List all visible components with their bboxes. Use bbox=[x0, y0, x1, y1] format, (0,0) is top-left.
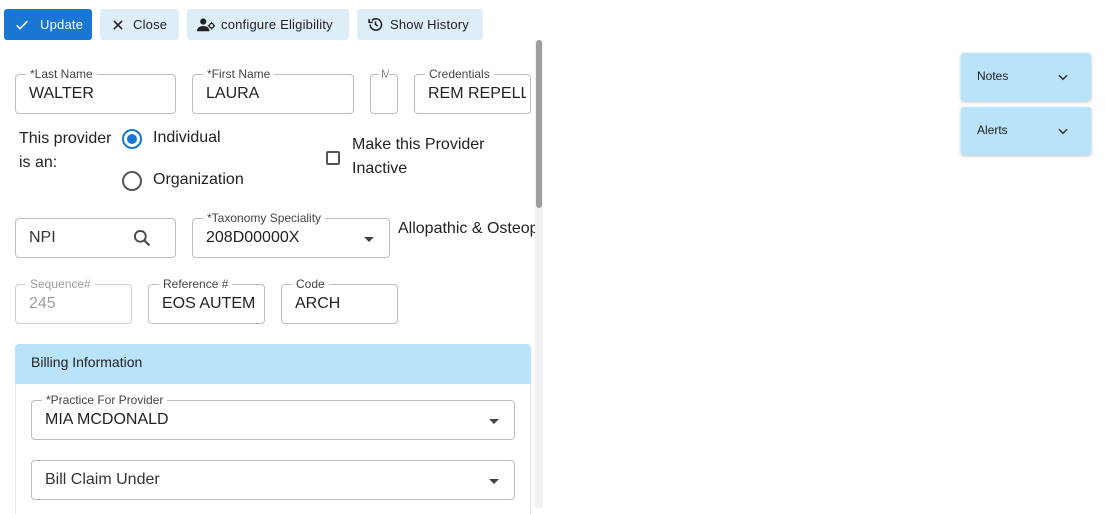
middle-initial-field[interactable]: M bbox=[370, 67, 398, 114]
chevron-down-icon bbox=[489, 419, 499, 424]
notes-label: Notes bbox=[977, 69, 1009, 83]
reference-value: EOS AUTEM bbox=[162, 295, 256, 312]
first-name-label: *First Name bbox=[203, 67, 275, 81]
bill-claim-under-placeholder: Bill Claim Under bbox=[45, 471, 160, 488]
sequence-field: Sequence# 245 bbox=[15, 277, 132, 324]
code-value: ARCH bbox=[295, 295, 341, 312]
code-field[interactable]: Code ARCH bbox=[281, 277, 398, 324]
update-button[interactable]: Update bbox=[4, 9, 92, 40]
organization-label: Organization bbox=[153, 171, 244, 188]
alerts-label: Alerts bbox=[977, 123, 1008, 137]
notes-panel[interactable]: Notes bbox=[961, 53, 1091, 101]
npi-field[interactable]: NPI bbox=[15, 218, 176, 258]
provider-type-label: This provider bbox=[19, 130, 112, 147]
first-name-field[interactable]: *First Name LAURA bbox=[192, 67, 354, 114]
taxonomy-description: Allopathic & Osteop bbox=[398, 220, 537, 237]
credentials-label: Credentials bbox=[425, 67, 494, 81]
taxonomy-label: *Taxonomy Speciality bbox=[203, 211, 326, 225]
practice-value: MIA MCDONALD bbox=[45, 411, 169, 428]
chevron-down-icon bbox=[489, 479, 499, 484]
individual-radio[interactable] bbox=[122, 129, 142, 149]
last-name-label: *Last Name bbox=[26, 67, 97, 81]
middle-initial-label: M bbox=[379, 67, 389, 81]
billing-section-header[interactable]: Billing Information bbox=[15, 344, 531, 384]
user-settings-icon bbox=[197, 17, 215, 33]
reference-field[interactable]: Reference # EOS AUTEM bbox=[148, 277, 265, 324]
taxonomy-description-clip: Allopathic & Osteop bbox=[398, 217, 537, 241]
practice-select[interactable]: *Practice For Provider MIA MCDONALD bbox=[31, 393, 515, 440]
show-history-button[interactable]: Show History bbox=[357, 9, 483, 40]
sequence-value: 245 bbox=[29, 295, 56, 312]
individual-label: Individual bbox=[153, 129, 221, 146]
inactive-checkbox[interactable] bbox=[326, 151, 340, 165]
last-name-value: WALTER bbox=[29, 85, 94, 102]
first-name-value: LAURA bbox=[206, 85, 260, 102]
inactive-label: Make this Provider bbox=[352, 136, 485, 153]
history-icon bbox=[367, 16, 384, 33]
show-history-label: Show History bbox=[390, 17, 469, 32]
search-icon[interactable] bbox=[132, 228, 152, 253]
check-icon bbox=[14, 17, 30, 33]
credentials-field[interactable]: Credentials REM REPELL bbox=[414, 67, 531, 114]
taxonomy-value: 208D00000X bbox=[206, 229, 300, 246]
reference-label: Reference # bbox=[159, 277, 233, 291]
close-icon bbox=[111, 18, 125, 32]
billing-header-label: Billing Information bbox=[31, 354, 143, 370]
configure-eligibility-button[interactable]: configure Eligibility bbox=[187, 9, 349, 40]
npi-placeholder: NPI bbox=[29, 229, 56, 246]
scrollbar-thumb[interactable] bbox=[536, 40, 542, 208]
close-button[interactable]: Close bbox=[100, 9, 179, 40]
chevron-down-icon bbox=[364, 237, 374, 242]
sequence-label: Sequence# bbox=[26, 277, 95, 291]
organization-radio[interactable] bbox=[122, 171, 142, 191]
credentials-value: REM REPELL bbox=[428, 85, 526, 102]
close-label: Close bbox=[133, 17, 168, 32]
provider-type-label-2: is an: bbox=[19, 154, 58, 171]
update-label: Update bbox=[40, 17, 84, 32]
inactive-label-2: Inactive bbox=[352, 160, 408, 177]
code-label: Code bbox=[292, 277, 329, 291]
configure-eligibility-label: configure Eligibility bbox=[221, 17, 333, 32]
last-name-field[interactable]: *Last Name WALTER bbox=[15, 67, 176, 114]
bill-claim-under-select[interactable]: Bill Claim Under bbox=[31, 460, 515, 500]
practice-label: *Practice For Provider bbox=[42, 393, 168, 407]
taxonomy-select[interactable]: *Taxonomy Speciality 208D00000X bbox=[192, 211, 390, 258]
alerts-panel[interactable]: Alerts bbox=[961, 107, 1091, 155]
